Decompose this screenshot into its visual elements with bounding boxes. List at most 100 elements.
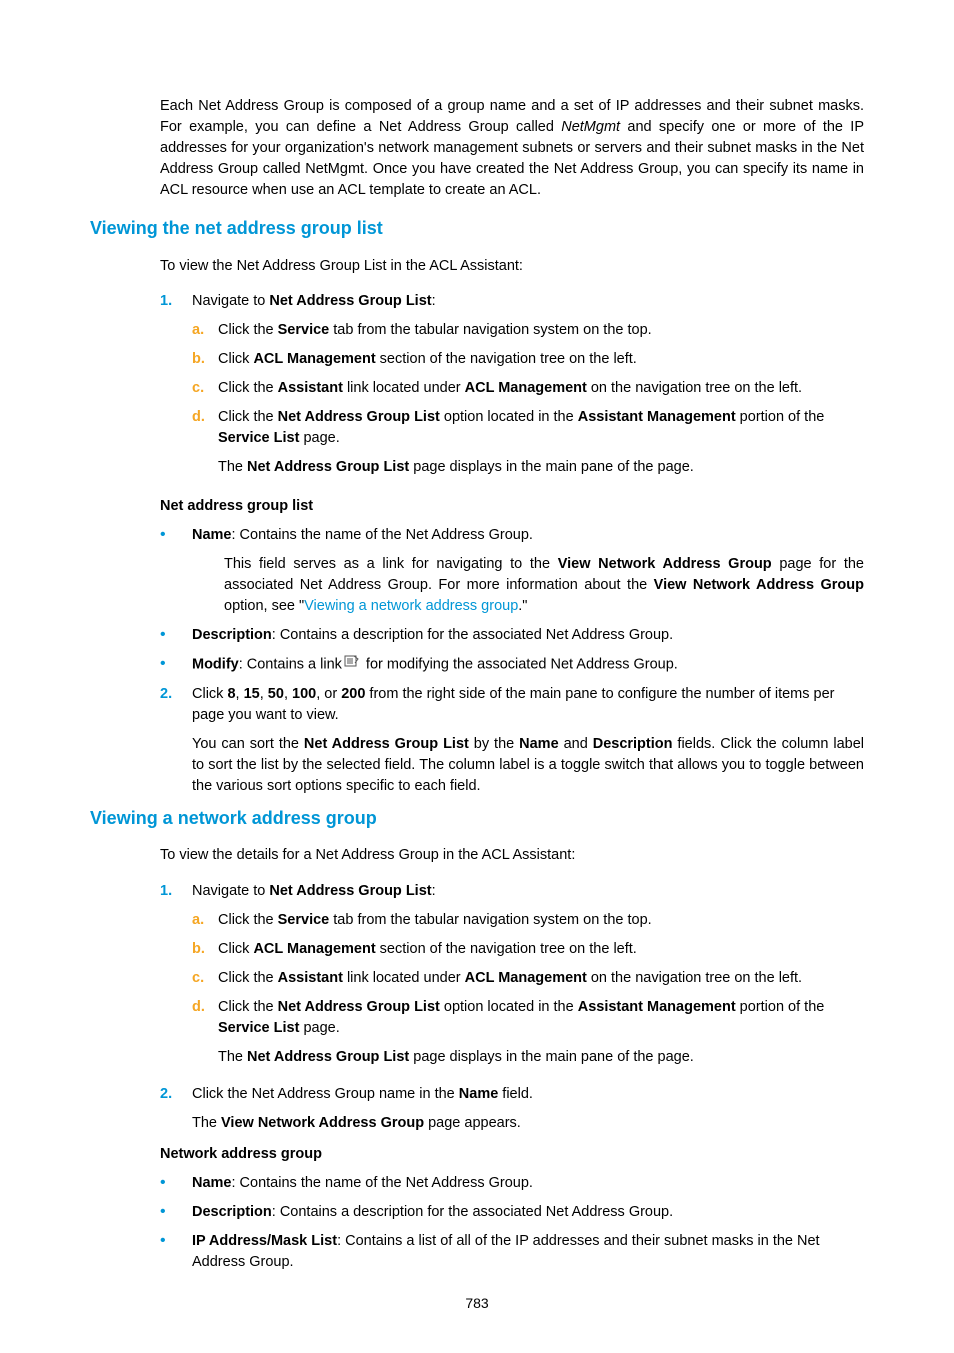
result-text: The View Network Address Group page appe… (192, 1113, 864, 1134)
text: : (432, 293, 436, 309)
bold-text: Service List (218, 430, 299, 446)
bold-text: ACL Management (465, 380, 587, 396)
list-item: • IP Address/Mask List: Contains a list … (160, 1231, 864, 1273)
step-content: Navigate to Net Address Group List: a. C… (192, 291, 864, 486)
text: section of the navigation tree on the le… (376, 351, 637, 367)
cross-reference-link[interactable]: Viewing a network address group (304, 598, 518, 614)
bullet-content: IP Address/Mask List: Contains a list of… (192, 1231, 864, 1273)
text: portion of the (736, 999, 825, 1015)
section-intro: To view the details for a Net Address Gr… (160, 845, 864, 866)
bold-text: Net Address Group List (278, 999, 440, 1015)
bullet-content: Description: Contains a description for … (192, 1202, 864, 1223)
alpha-list: a. Click the Service tab from the tabula… (192, 910, 864, 1068)
bullet-icon: • (160, 525, 192, 617)
text: on the navigation tree on the left. (587, 970, 802, 986)
bold-text: ACL Management (253, 941, 375, 957)
alpha-content: Click ACL Management section of the navi… (218, 349, 864, 370)
list-item: a. Click the Service tab from the tabula… (192, 910, 864, 931)
bold-text: Service (278, 322, 330, 338)
list-item: 2. Click 8, 15, 50, 100, or 200 from the… (160, 684, 864, 797)
text: Click the (218, 999, 278, 1015)
list-item: b. Click ACL Management section of the n… (192, 939, 864, 960)
list-item: • Name: Contains the name of the Net Add… (160, 525, 864, 617)
text: link located under (343, 970, 465, 986)
text: Click the (218, 322, 278, 338)
list-item: c. Click the Assistant link located unde… (192, 968, 864, 989)
text: , or (316, 686, 341, 702)
bold-text: Net Address Group List (269, 293, 431, 309)
text: portion of the (736, 409, 825, 425)
document-page: Each Net Address Group is composed of a … (0, 0, 954, 1353)
bullet-list-title: Network address group (160, 1144, 864, 1165)
section-heading: Viewing the net address group list (90, 215, 864, 241)
alpha-content: Click the Service tab from the tabular n… (218, 320, 864, 341)
bold-text: 8 (227, 686, 235, 702)
bold-text: ACL Management (465, 970, 587, 986)
alpha-content: Click the Assistant link located under A… (218, 378, 864, 399)
numbered-list: 1. Navigate to Net Address Group List: a… (160, 291, 864, 486)
text: : Contains a description for the associa… (272, 1204, 673, 1220)
list-item: • Name: Contains the name of the Net Add… (160, 1173, 864, 1194)
bold-text: View Network Address Group (221, 1115, 424, 1131)
section-heading: Viewing a network address group (90, 805, 864, 831)
text: : Contains a link (239, 657, 342, 673)
alpha-content: Click the Net Address Group List option … (218, 997, 864, 1068)
bold-text: Net Address Group List (278, 409, 440, 425)
bold-text: Modify (192, 657, 239, 673)
bold-text: Name (192, 1175, 232, 1191)
bold-text: View Network Address Group (654, 577, 864, 593)
bold-text: Net Address Group List (247, 459, 409, 475)
list-item: 2. Click the Net Address Group name in t… (160, 1084, 864, 1134)
list-item: a. Click the Service tab from the tabula… (192, 320, 864, 341)
bold-text: Description (593, 736, 673, 752)
intro-paragraph: Each Net Address Group is composed of a … (160, 96, 864, 201)
step-content: Navigate to Net Address Group List: a. C… (192, 881, 864, 1076)
bold-text: Net Address Group List (269, 883, 431, 899)
text: tab from the tabular navigation system o… (329, 322, 651, 338)
numbered-list: 1. Navigate to Net Address Group List: a… (160, 881, 864, 1134)
text: and (559, 736, 593, 752)
alpha-marker: d. (192, 997, 218, 1068)
step-number: 2. (160, 684, 192, 797)
bold-text: Description (192, 1204, 272, 1220)
text: The (218, 459, 247, 475)
bold-text: 50 (268, 686, 284, 702)
bullet-content: Name: Contains the name of the Net Addre… (192, 525, 864, 617)
step-content: Click the Net Address Group name in the … (192, 1084, 864, 1134)
bullet-content: Description: Contains a description for … (192, 625, 864, 646)
bold-text: Net Address Group List (247, 1049, 409, 1065)
text: Navigate to (192, 883, 269, 899)
alpha-marker: b. (192, 939, 218, 960)
list-item: 1. Navigate to Net Address Group List: a… (160, 881, 864, 1076)
alpha-marker: c. (192, 968, 218, 989)
bullet-list: • Name: Contains the name of the Net Add… (160, 525, 864, 675)
bold-text: 100 (292, 686, 316, 702)
list-item: 1. Navigate to Net Address Group List: a… (160, 291, 864, 486)
text: on the navigation tree on the left. (587, 380, 802, 396)
alpha-marker: d. (192, 407, 218, 478)
list-item: d. Click the Net Address Group List opti… (192, 997, 864, 1068)
text: , (236, 686, 244, 702)
alpha-marker: a. (192, 320, 218, 341)
alpha-content: Click the Net Address Group List option … (218, 407, 864, 478)
list-item: b. Click ACL Management section of the n… (192, 349, 864, 370)
bold-text: Name (519, 736, 559, 752)
text: : (432, 883, 436, 899)
bold-text: Net Address Group List (304, 736, 469, 752)
alpha-content: Click ACL Management section of the navi… (218, 939, 864, 960)
text: option, see " (224, 598, 304, 614)
bullet-icon: • (160, 1173, 192, 1194)
bold-text: ACL Management (253, 351, 375, 367)
text: page appears. (424, 1115, 521, 1131)
text: : Contains the name of the Net Address G… (232, 527, 533, 543)
bold-text: Name (192, 527, 232, 543)
text: You can sort the (192, 736, 304, 752)
bold-text: View Network Address Group (558, 556, 772, 572)
list-item: • Modify: Contains a link for modifying … (160, 654, 864, 675)
text: section of the navigation tree on the le… (376, 941, 637, 957)
text: Click the Net Address Group name in the (192, 1086, 459, 1102)
text: The (192, 1115, 221, 1131)
bullet-icon: • (160, 654, 192, 675)
text: Click (218, 941, 253, 957)
bold-text: Assistant (278, 380, 343, 396)
